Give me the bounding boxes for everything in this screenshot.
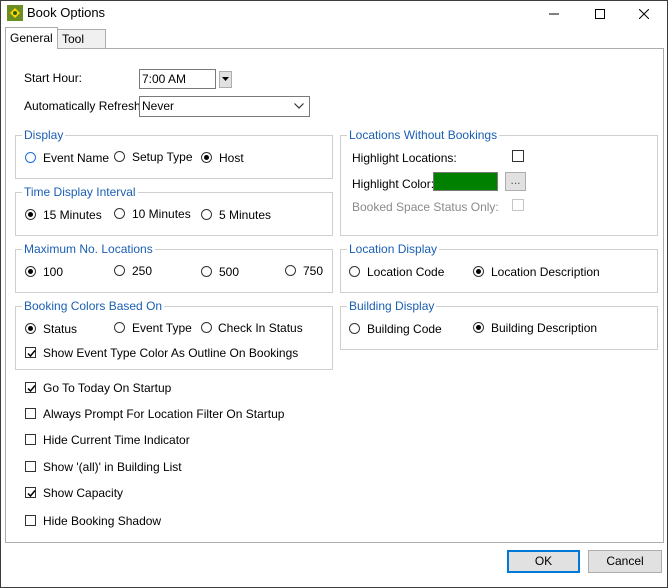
highlight-color-browse-button[interactable]: ... xyxy=(505,172,526,191)
hide-booking-shadow-checkbox[interactable] xyxy=(25,515,36,526)
auto-refresh-value: Never xyxy=(142,99,175,113)
auto-refresh-label: Automatically Refresh: xyxy=(24,99,145,113)
max-locations-legend: Maximum No. Locations xyxy=(22,242,155,256)
minimize-icon xyxy=(549,13,559,15)
radio-5-minutes[interactable] xyxy=(201,209,212,220)
booking-colors-group: Booking Colors Based On Status Event Typ… xyxy=(15,299,333,370)
general-tab-panel: Start Hour: 7:00 AM Automatically Refres… xyxy=(5,48,664,543)
location-display-group: Location Display Location Code Location … xyxy=(340,242,658,293)
radio-500[interactable] xyxy=(201,266,212,277)
show-capacity-checkbox[interactable] xyxy=(25,487,36,498)
go-to-today-label: Go To Today On Startup xyxy=(43,381,172,395)
highlight-locations-label: Highlight Locations: xyxy=(352,151,457,165)
radio-100-label: 100 xyxy=(43,265,64,279)
radio-building-code-label: Building Code xyxy=(367,322,442,336)
maximize-button[interactable] xyxy=(579,1,621,27)
highlight-color-label: Highlight Color: xyxy=(352,177,435,191)
radio-check-in-status[interactable] xyxy=(201,322,212,333)
radio-event-name-label: Event Name xyxy=(43,151,110,165)
close-icon xyxy=(639,9,649,19)
outline-checkbox[interactable] xyxy=(25,347,36,358)
show-all-building-label: Show '(all)' in Building List xyxy=(43,460,182,474)
booking-colors-legend: Booking Colors Based On xyxy=(22,299,165,313)
show-all-building-checkbox[interactable] xyxy=(25,461,36,472)
cancel-button[interactable]: Cancel xyxy=(588,550,662,573)
building-display-group: Building Display Building Code Building … xyxy=(340,299,658,350)
display-group: Display Event Name Setup Type Host xyxy=(15,128,333,179)
hide-time-indicator-label: Hide Current Time Indicator xyxy=(43,433,190,447)
radio-location-description[interactable] xyxy=(473,266,484,277)
radio-250[interactable] xyxy=(114,265,125,276)
window-title: Book Options xyxy=(27,5,106,20)
show-capacity-label: Show Capacity xyxy=(43,486,124,500)
close-button[interactable] xyxy=(623,1,665,27)
radio-event-type-label: Event Type xyxy=(132,321,192,335)
maximize-icon xyxy=(595,9,605,19)
title-bar: Book Options xyxy=(1,1,667,27)
radio-host-label: Host xyxy=(219,151,244,165)
book-options-window: Book Options General Tool Tip Display St… xyxy=(0,0,668,588)
start-hour-label: Start Hour: xyxy=(24,71,83,85)
locations-without-bookings-legend: Locations Without Bookings xyxy=(347,128,500,142)
start-hour-value: 7:00 AM xyxy=(142,72,187,86)
booked-space-checkbox[interactable] xyxy=(512,199,524,211)
hide-booking-shadow-label: Hide Booking Shadow xyxy=(43,514,162,528)
go-to-today-checkbox[interactable] xyxy=(25,382,36,393)
radio-500-label: 500 xyxy=(219,265,240,279)
locations-without-bookings-group: Locations Without Bookings Highlight Loc… xyxy=(340,128,658,236)
checkmark-icon xyxy=(27,350,36,358)
tab-tool-tip-display[interactable]: Tool Tip Display xyxy=(57,29,107,84)
highlight-locations-checkbox[interactable] xyxy=(512,150,524,162)
radio-check-in-status-label: Check In Status xyxy=(218,321,303,335)
radio-location-description-label: Location Description xyxy=(491,265,600,279)
display-legend: Display xyxy=(22,128,66,142)
dropdown-arrow-icon xyxy=(222,77,229,81)
radio-15-minutes-label: 15 Minutes xyxy=(43,208,102,222)
start-hour-dropdown-button[interactable] xyxy=(219,71,232,88)
hide-time-indicator-checkbox[interactable] xyxy=(25,434,36,445)
outline-checkbox-label: Show Event Type Color As Outline On Book… xyxy=(43,346,299,360)
radio-250-label: 250 xyxy=(132,264,153,278)
tab-general[interactable]: General xyxy=(5,27,58,49)
location-display-legend: Location Display xyxy=(347,242,440,256)
radio-status[interactable] xyxy=(25,323,36,334)
start-hour-input[interactable]: 7:00 AM xyxy=(139,69,216,89)
chevron-down-icon xyxy=(294,103,304,109)
auto-refresh-select[interactable]: Never xyxy=(139,96,310,117)
radio-100[interactable] xyxy=(25,266,36,277)
radio-10-minutes-label: 10 Minutes xyxy=(132,207,191,221)
radio-setup-type-label: Setup Type xyxy=(132,150,193,164)
always-prompt-label: Always Prompt For Location Filter On Sta… xyxy=(43,407,285,421)
radio-750-label: 750 xyxy=(303,264,324,278)
max-locations-group: Maximum No. Locations 100 250 500 750 xyxy=(15,242,333,293)
minimize-button[interactable] xyxy=(533,1,575,27)
app-icon xyxy=(7,5,23,21)
radio-setup-type[interactable] xyxy=(114,151,125,162)
always-prompt-checkbox[interactable] xyxy=(25,408,36,419)
radio-15-minutes[interactable] xyxy=(25,209,36,220)
ok-button[interactable]: OK xyxy=(507,550,580,573)
time-interval-group: Time Display Interval 15 Minutes 10 Minu… xyxy=(15,185,333,236)
radio-750[interactable] xyxy=(285,265,296,276)
checkmark-icon xyxy=(27,490,36,498)
checkmark-icon xyxy=(27,385,36,393)
radio-location-code-label: Location Code xyxy=(367,265,445,279)
radio-event-name[interactable] xyxy=(25,152,36,163)
booked-space-label: Booked Space Status Only: xyxy=(352,200,499,214)
radio-building-code[interactable] xyxy=(349,323,360,334)
radio-location-code[interactable] xyxy=(349,266,360,277)
radio-status-label: Status xyxy=(43,322,78,336)
radio-10-minutes[interactable] xyxy=(114,208,125,219)
highlight-color-swatch[interactable] xyxy=(433,172,498,191)
building-display-legend: Building Display xyxy=(347,299,437,313)
time-interval-legend: Time Display Interval xyxy=(22,185,138,199)
radio-5-minutes-label: 5 Minutes xyxy=(219,208,272,222)
radio-event-type[interactable] xyxy=(114,322,125,333)
radio-host[interactable] xyxy=(201,152,212,163)
radio-building-description[interactable] xyxy=(473,322,484,333)
radio-building-description-label: Building Description xyxy=(491,321,598,335)
